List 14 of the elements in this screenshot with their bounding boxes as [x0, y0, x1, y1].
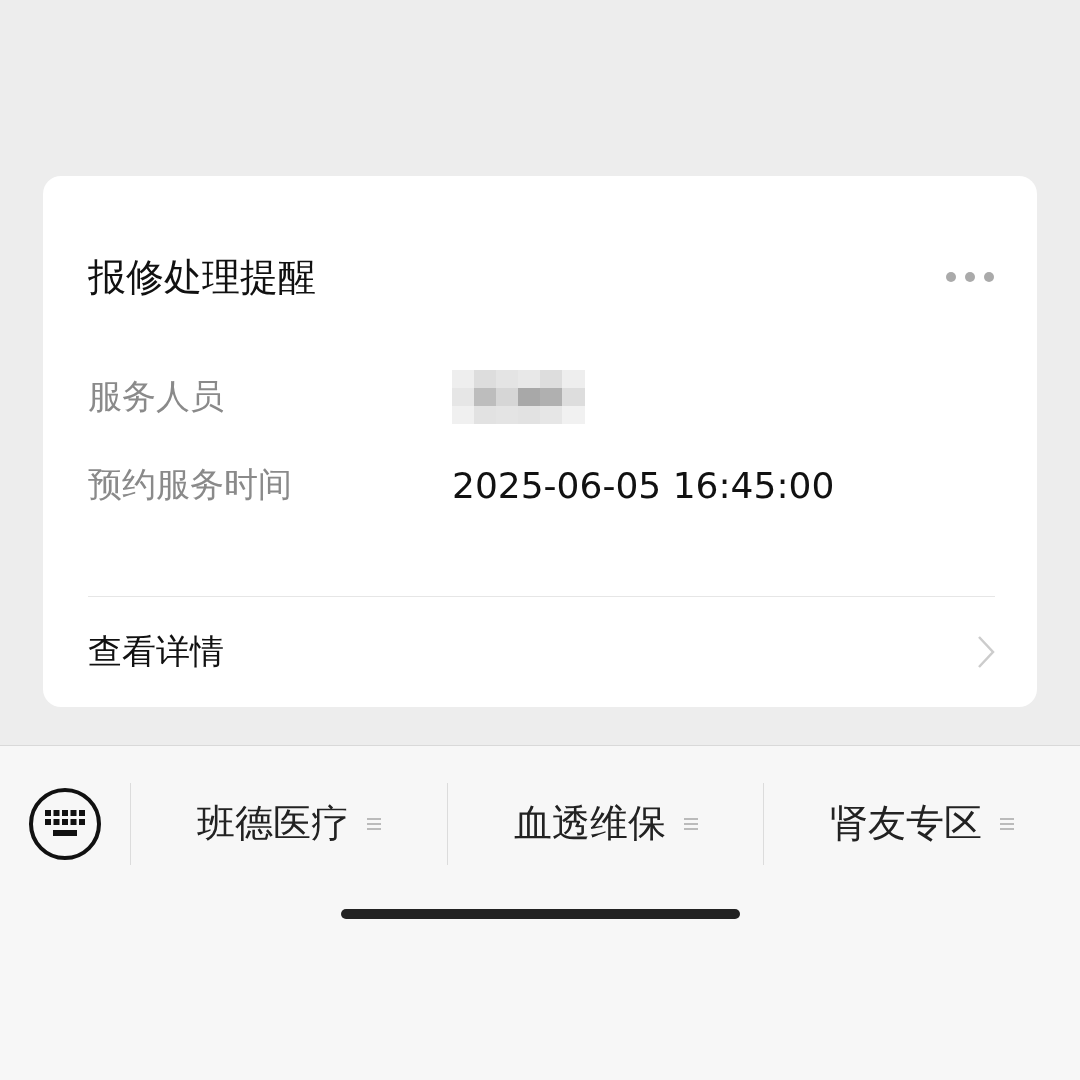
more-icon[interactable]	[945, 271, 995, 284]
menu-item[interactable]: 血透维保	[513, 798, 666, 849]
submenu-icon	[366, 816, 381, 831]
submenu-icon	[683, 816, 698, 831]
field-label: 预约服务时间	[88, 463, 293, 507]
card-title: 报修处理提醒	[88, 253, 316, 301]
menu-item[interactable]: 肾友专区	[830, 798, 983, 849]
view-details-link[interactable]: 查看详情	[88, 629, 224, 676]
chevron-right-icon	[977, 635, 995, 670]
field-value: 2025-06-05 16:45:00	[452, 464, 835, 506]
field-label: 服务人员	[88, 375, 225, 419]
keyboard-icon[interactable]	[28, 786, 102, 861]
submenu-icon	[1000, 816, 1015, 831]
menu-item[interactable]: 班德医疗	[196, 798, 349, 849]
